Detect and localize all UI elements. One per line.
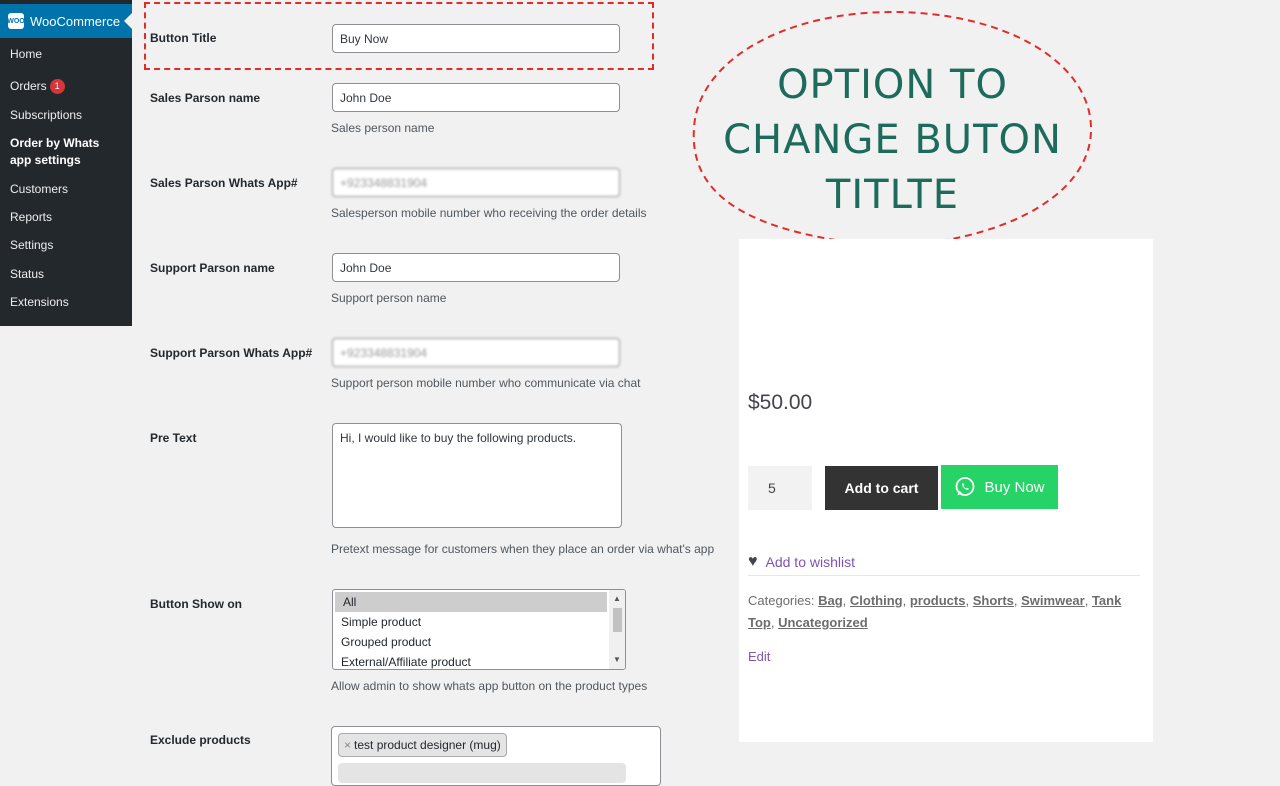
whatsapp-buy-now-button[interactable]: Buy Now bbox=[941, 465, 1058, 509]
add-to-cart-button[interactable]: Add to cart bbox=[825, 466, 938, 510]
category-link[interactable]: Clothing bbox=[850, 593, 903, 608]
product-type-option[interactable]: Grouped product bbox=[333, 632, 605, 652]
heart-icon: ♥ bbox=[748, 553, 758, 570]
sidebar-item-subscriptions[interactable]: Subscriptions bbox=[0, 107, 92, 124]
sales-person-name-label: Sales Parson name bbox=[150, 91, 261, 105]
button-show-on-multiselect[interactable]: All Simple product Grouped product Exter… bbox=[332, 589, 626, 670]
sidebar-item-label: Order by Whats app settings bbox=[10, 136, 100, 167]
sales-person-whatsapp-input[interactable] bbox=[332, 168, 620, 197]
pre-text-label: Pre Text bbox=[150, 431, 197, 445]
sidebar-item-settings[interactable]: Settings bbox=[0, 237, 63, 254]
multiselect-scrollbar[interactable]: ▲ ▼ bbox=[609, 590, 625, 669]
product-categories: Categories: Bag, Clothing, products, Sho… bbox=[748, 593, 1122, 630]
sales-person-whatsapp-label: Sales Parson Whats App# bbox=[150, 176, 298, 190]
quantity-input[interactable] bbox=[748, 466, 812, 510]
edit-product-link[interactable]: Edit bbox=[748, 649, 770, 664]
product-type-option[interactable]: All bbox=[335, 592, 607, 612]
button-title-label: Button Title bbox=[150, 31, 217, 45]
support-person-name-description: Support person name bbox=[331, 291, 447, 305]
add-to-wishlist-link[interactable]: ♥ Add to wishlist bbox=[748, 553, 855, 571]
sidebar-item-home[interactable]: Home bbox=[0, 46, 52, 63]
support-person-whatsapp-label: Support Parson Whats App# bbox=[150, 346, 313, 360]
callout-text: OPTION TO CHANGE BUTON TITLTE bbox=[710, 58, 1075, 223]
orders-count-badge: 1 bbox=[49, 79, 65, 95]
sidebar-item-label: Settings bbox=[10, 238, 54, 252]
button-show-on-label: Button Show on bbox=[150, 597, 242, 611]
sidebar-item-label: Customers bbox=[10, 182, 69, 196]
category-link[interactable]: Uncategorized bbox=[778, 615, 868, 630]
exclude-products-select[interactable]: × test product designer (mug) bbox=[331, 726, 661, 786]
product-preview-panel: $50.00 Add to cart Buy Now ♥ Add to wish… bbox=[739, 239, 1153, 742]
sidebar-brand-label: WooCommerce bbox=[30, 13, 121, 29]
support-person-whatsapp-description: Support person mobile number who communi… bbox=[331, 376, 641, 390]
sidebar-item-label: Status bbox=[10, 267, 45, 281]
sidebar-item-label: Subscriptions bbox=[10, 108, 83, 122]
exclude-products-label: Exclude products bbox=[150, 733, 251, 747]
sales-person-name-input[interactable] bbox=[332, 83, 620, 112]
product-price: $50.00 bbox=[748, 391, 813, 414]
sidebar-woocommerce-menu[interactable]: WOO WooCommerce bbox=[0, 4, 132, 38]
remove-tag-icon[interactable]: × bbox=[344, 738, 351, 752]
product-type-option[interactable]: Simple product bbox=[333, 612, 605, 632]
excluded-product-name: test product designer (mug) bbox=[354, 738, 501, 752]
sales-person-name-description: Sales person name bbox=[331, 121, 435, 135]
whatsapp-icon bbox=[956, 477, 975, 496]
scrollbar-thumb[interactable] bbox=[613, 608, 622, 632]
category-link[interactable]: Bag bbox=[818, 593, 843, 608]
pre-text-description: Pretext message for customers when they … bbox=[331, 542, 715, 556]
sidebar-item-orders[interactable]: Orders 1 bbox=[0, 78, 75, 95]
sidebar-item-label: Home bbox=[10, 47, 43, 61]
sidebar-item-status[interactable]: Status bbox=[0, 266, 54, 283]
support-person-whatsapp-input[interactable] bbox=[332, 338, 620, 367]
categories-label: Categories: bbox=[748, 593, 815, 608]
excluded-product-tag: × test product designer (mug) bbox=[338, 733, 507, 757]
category-link[interactable]: Swimwear bbox=[1021, 593, 1085, 608]
sales-person-whatsapp-description: Salesperson mobile number who receiving … bbox=[331, 206, 647, 220]
button-title-input[interactable] bbox=[332, 24, 620, 53]
callout-line: TITLTE bbox=[825, 172, 960, 218]
sidebar-item-label: Orders bbox=[10, 79, 47, 93]
scroll-up-arrow-icon[interactable]: ▲ bbox=[609, 592, 625, 606]
buy-now-label: Buy Now bbox=[984, 478, 1045, 496]
sidebar-item-order-by-whatsapp-settings[interactable]: Order by Whats app settings bbox=[0, 135, 132, 169]
sidebar-item-reports[interactable]: Reports bbox=[0, 209, 62, 226]
sidebar-item-label: Reports bbox=[10, 210, 53, 224]
divider bbox=[748, 575, 1140, 576]
sidebar-item-extensions[interactable]: Extensions bbox=[0, 294, 79, 311]
product-type-option[interactable]: External/Affiliate product bbox=[333, 652, 605, 669]
wishlist-label: Add to wishlist bbox=[765, 554, 855, 570]
callout-line: OPTION TO bbox=[777, 62, 1008, 108]
support-person-name-input[interactable] bbox=[332, 253, 620, 282]
callout-line: CHANGE BUTON bbox=[723, 117, 1062, 163]
excluded-product-tag-partial bbox=[338, 763, 626, 783]
category-link[interactable]: Shorts bbox=[973, 593, 1014, 608]
sidebar-item-customers[interactable]: Customers bbox=[0, 181, 78, 198]
support-person-name-label: Support Parson name bbox=[150, 261, 275, 275]
button-show-on-description: Allow admin to show whats app button on … bbox=[331, 679, 648, 693]
category-link[interactable]: products bbox=[910, 593, 966, 608]
sidebar-item-label: Extensions bbox=[10, 295, 69, 309]
pre-text-textarea[interactable]: Hi, I would like to buy the following pr… bbox=[332, 423, 622, 528]
admin-sidebar: WOO WooCommerce Home Orders 1 Subscriptio… bbox=[0, 0, 132, 326]
scroll-down-arrow-icon[interactable]: ▼ bbox=[609, 653, 625, 667]
woocommerce-logo-icon: WOO bbox=[7, 13, 25, 29]
